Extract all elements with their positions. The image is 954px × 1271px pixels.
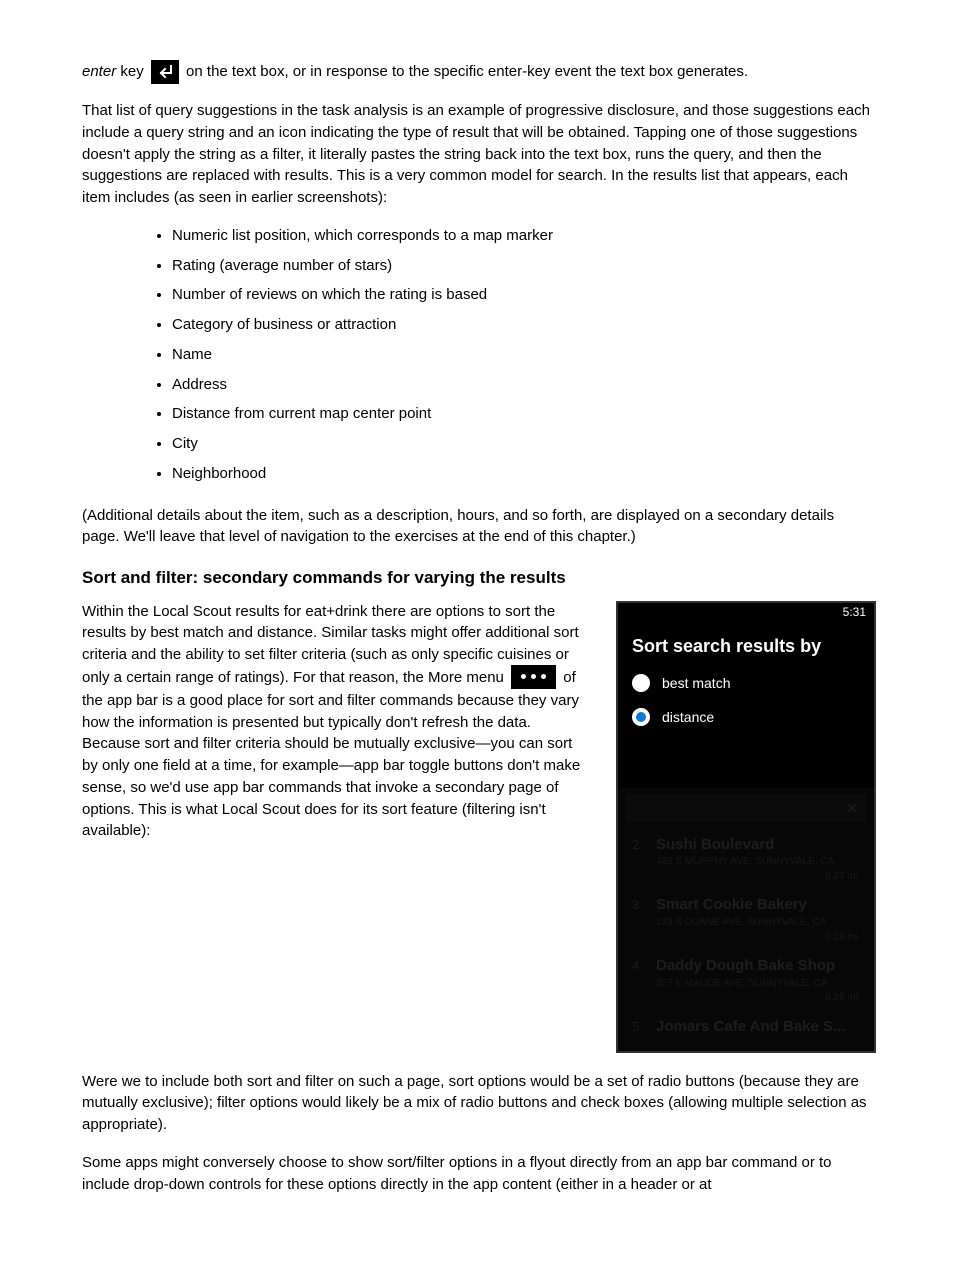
list-item: Distance from current map center point xyxy=(172,403,872,425)
list-item: Number of reviews on which the rating is… xyxy=(172,284,872,306)
dim-overlay xyxy=(618,788,874,1051)
list-item: Category of business or attraction xyxy=(172,314,872,336)
paragraph-alt-placement: Some apps might conversely choose to sho… xyxy=(82,1152,872,1196)
enter-key-icon xyxy=(151,60,179,84)
sort-filter-heading: Sort and filter: secondary commands for … xyxy=(82,566,872,591)
list-item: Name xyxy=(172,344,872,366)
sf-text-a: Within the Local Scout results for eat+d… xyxy=(82,603,579,686)
sort-dialog-title: Sort search results by xyxy=(618,623,874,669)
sort-option-distance[interactable]: distance xyxy=(618,703,874,737)
status-bar: 5:31 xyxy=(618,603,874,623)
radio-icon xyxy=(632,674,650,692)
paragraph-suggestions: That list of query suggestions in the ta… xyxy=(82,100,872,209)
enter-word: enter xyxy=(82,63,116,80)
radio-icon xyxy=(632,708,650,726)
paragraph-details-note: (Additional details about the item, such… xyxy=(82,505,872,549)
paragraph-enter-key: enter key on the text box, or in respons… xyxy=(82,60,872,84)
list-item: Address xyxy=(172,374,872,396)
paragraph-radio-checkbox: Were we to include both sort and filter … xyxy=(82,1071,872,1136)
sort-option-best-match[interactable]: best match xyxy=(618,669,874,703)
sort-filter-text-column: Within the Local Scout results for eat+d… xyxy=(82,601,592,859)
paragraph-sort-filter: Within the Local Scout results for eat+d… xyxy=(82,601,592,843)
enter-key-text-a: key xyxy=(116,63,148,80)
sf-text-b: of the app bar is a good place for sort … xyxy=(82,669,580,840)
list-item: Rating (average number of stars) xyxy=(172,255,872,277)
sort-option-label: distance xyxy=(662,707,714,727)
more-icon xyxy=(511,665,556,689)
phone-screenshot-column: 5:31 Sort search results by best match d… xyxy=(616,601,872,1053)
phone-mock: 5:31 Sort search results by best match d… xyxy=(616,601,876,1053)
result-fields-list: Numeric list position, which corresponds… xyxy=(82,225,872,485)
sort-filter-section: Within the Local Scout results for eat+d… xyxy=(82,601,872,1053)
list-item: Neighborhood xyxy=(172,463,872,485)
enter-key-text-b: on the text box, or in response to the s… xyxy=(182,63,748,80)
list-item: Numeric list position, which corresponds… xyxy=(172,225,872,247)
status-time: 5:31 xyxy=(843,604,866,621)
dimmed-results-area: ✕ 2 Sushi Boulevard 482 S MURPHY AVE, SU… xyxy=(618,788,874,1051)
page: enter key on the text box, or in respons… xyxy=(0,0,954,1271)
page-content: enter key on the text box, or in respons… xyxy=(82,60,872,1195)
sort-option-label: best match xyxy=(662,673,730,693)
list-item: City xyxy=(172,433,872,455)
